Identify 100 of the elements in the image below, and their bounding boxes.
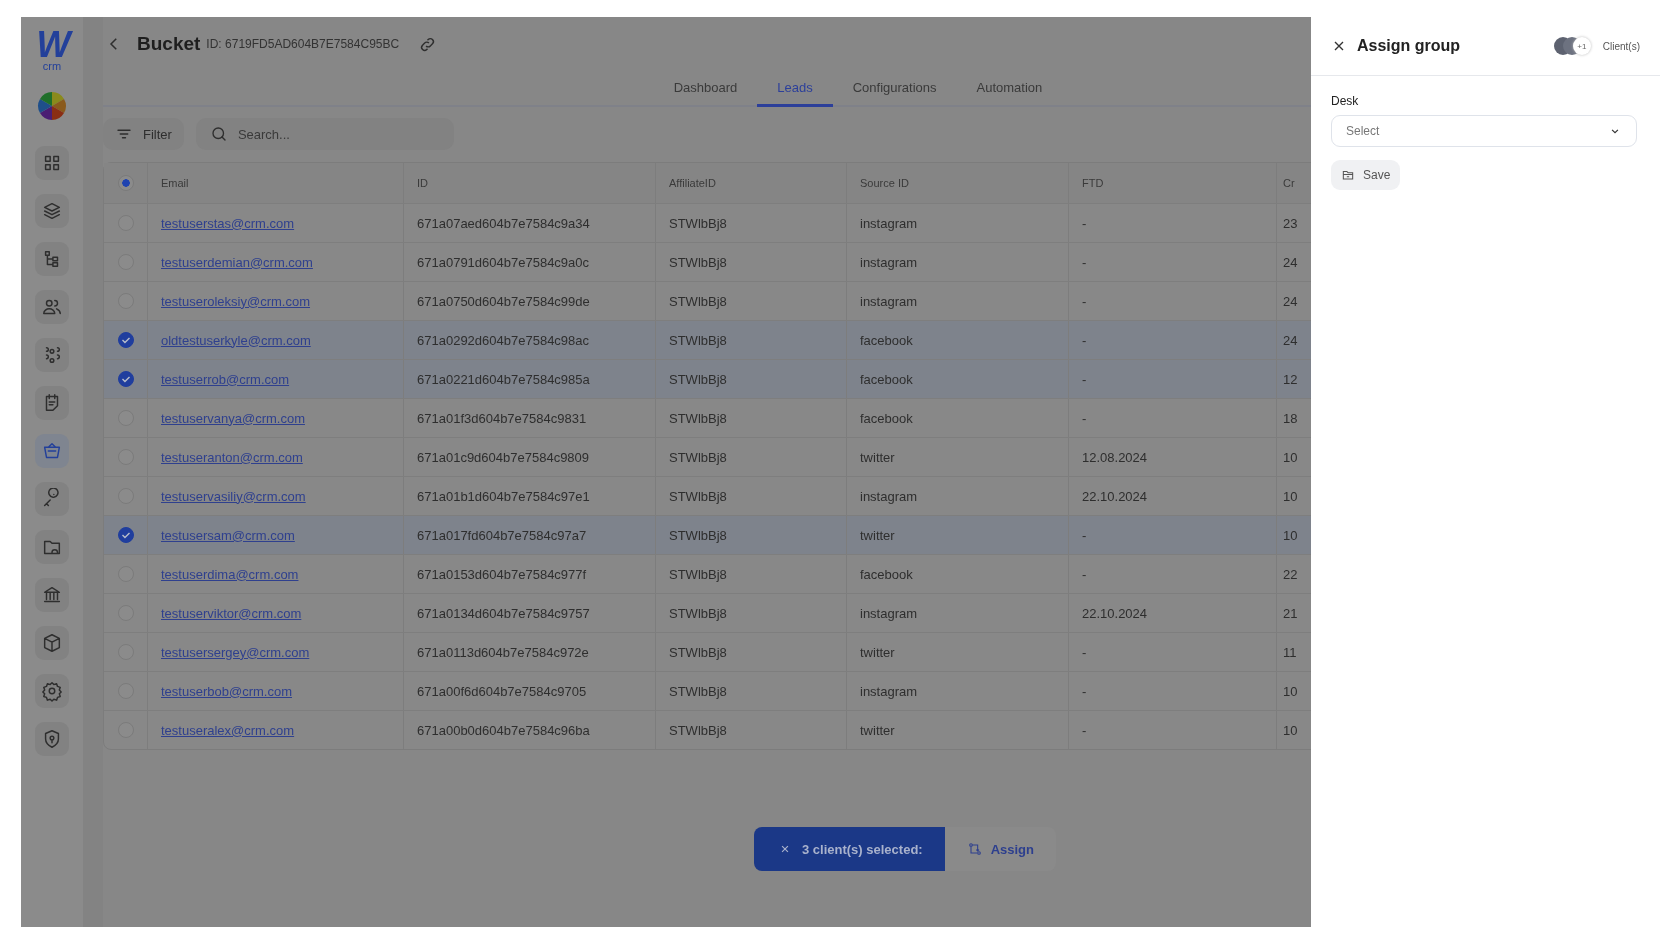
table-cell: twitter — [860, 449, 895, 465]
table-cell: facebook — [860, 566, 913, 582]
row-checkbox[interactable] — [117, 371, 134, 387]
email-link[interactable]: testusersergey@crm.com — [161, 644, 310, 660]
table-cell: 22.10.2024 — [1082, 488, 1148, 504]
table-cell: - — [1082, 293, 1087, 309]
drawer-title: Assign group — [1357, 37, 1462, 55]
sidebar-item[interactable] — [35, 242, 69, 276]
email-link[interactable]: testuseralex@crm.com — [161, 722, 295, 738]
sidebar-item[interactable] — [35, 146, 69, 180]
sidebar-item[interactable] — [35, 386, 69, 420]
desk-select[interactable]: Select — [1331, 115, 1637, 147]
table-cell: instagram — [860, 488, 918, 504]
swap-icon — [966, 841, 983, 857]
tab[interactable]: Automation — [956, 71, 1063, 107]
table-cell: STWlbBj8 — [669, 566, 727, 582]
column-header: Email — [161, 177, 189, 189]
select-all-checkbox[interactable] — [117, 175, 134, 191]
table-cell: STWlbBj8 — [669, 683, 727, 699]
table-cell: twitter — [860, 527, 895, 543]
table-cell: facebook — [860, 410, 913, 426]
table-cell: 18 — [1283, 410, 1298, 426]
table-cell: 671a017fd604b7e7584c97a7 — [417, 527, 587, 543]
table-cell: - — [1082, 215, 1087, 231]
table-cell: STWlbBj8 — [669, 722, 727, 738]
page-title: Bucket — [137, 33, 201, 55]
column-header: AffiliateID — [669, 177, 716, 189]
tab[interactable]: Configurations — [832, 71, 957, 107]
sidebar-item[interactable] — [35, 578, 69, 612]
sidebar-item[interactable] — [35, 482, 69, 516]
email-link[interactable]: testuservasiliy@crm.com — [161, 488, 306, 504]
table-cell: - — [1082, 371, 1087, 387]
filter-button[interactable]: Filter — [103, 118, 184, 150]
table-cell: - — [1082, 683, 1087, 699]
table-cell: - — [1082, 722, 1087, 738]
folder-icon — [1341, 168, 1355, 182]
sidebar-item[interactable] — [35, 530, 69, 564]
table-cell: - — [1082, 566, 1087, 582]
email-link[interactable]: testuserbob@crm.com — [161, 683, 292, 699]
table-cell: 10 — [1283, 683, 1298, 699]
logo-text: crm — [42, 61, 62, 72]
sidebar-item[interactable] — [35, 338, 69, 372]
sidebar-item[interactable] — [35, 434, 69, 468]
table-cell: instagram — [860, 683, 918, 699]
selection-count: 3 client(s) selected: — [802, 841, 923, 857]
row-checkbox[interactable] — [117, 527, 134, 543]
table-cell: facebook — [860, 332, 913, 348]
email-link[interactable]: testuserrob@crm.com — [161, 371, 290, 387]
table-cell: STWlbBj8 — [669, 527, 727, 543]
table-cell: STWlbBj8 — [669, 410, 727, 426]
email-link[interactable]: testuserviktor@crm.com — [161, 605, 302, 621]
table-cell: 671a01c9d604b7e7584c9809 — [417, 449, 590, 465]
email-link[interactable]: testuservanya@crm.com — [161, 410, 305, 426]
table-cell: STWlbBj8 — [669, 488, 727, 504]
table-cell: 24 — [1283, 293, 1298, 309]
email-link[interactable]: testusersam@crm.com — [161, 527, 295, 543]
cube-icon — [41, 632, 63, 654]
clients-label: Client(s) — [1602, 40, 1640, 52]
link-icon[interactable] — [419, 35, 437, 53]
sidebar-item[interactable] — [35, 290, 69, 324]
tab[interactable]: Dashboard — [653, 71, 758, 107]
table-cell: 671a0153d604b7e7584c977f — [417, 566, 587, 582]
sidebar-item[interactable] — [35, 626, 69, 660]
table-cell: instagram — [860, 254, 918, 270]
table-cell: STWlbBj8 — [669, 449, 727, 465]
table-cell: 671a01f3d604b7e7584c9831 — [417, 410, 587, 426]
email-link[interactable]: testuseranton@crm.com — [161, 449, 303, 465]
field-label: Desk — [1331, 94, 1359, 108]
table-cell: 671a00f6d604b7e7584c9705 — [417, 683, 587, 699]
table-cell: instagram — [860, 293, 918, 309]
email-link[interactable]: testuseroleksiy@crm.com — [161, 293, 310, 309]
table-cell: 11 — [1283, 644, 1297, 660]
table-cell: STWlbBj8 — [669, 254, 727, 270]
table-cell: 671a0750d604b7e7584c99de — [417, 293, 590, 309]
table-cell: 22 — [1283, 566, 1298, 582]
table-cell: 24 — [1283, 254, 1298, 270]
table-cell: 671a00b0d604b7e7584c96ba — [417, 722, 590, 738]
sidebar-item[interactable] — [35, 722, 69, 756]
sidebar-item[interactable] — [35, 194, 69, 228]
search-field[interactable]: Search... — [195, 118, 454, 150]
table-cell: - — [1082, 644, 1087, 660]
table-cell: instagram — [860, 215, 918, 231]
email-link[interactable]: testuserdemian@crm.com — [161, 254, 313, 270]
table-cell: - — [1082, 527, 1087, 543]
sidebar-item[interactable] — [35, 674, 69, 708]
email-link[interactable]: testuserdima@crm.com — [161, 566, 299, 582]
table-cell: 23 — [1283, 215, 1298, 231]
column-header: Source ID — [860, 177, 909, 189]
table-cell: STWlbBj8 — [669, 371, 727, 387]
email-link[interactable]: oldtestuserkyle@crm.com — [161, 332, 311, 348]
table-cell: - — [1082, 332, 1087, 348]
table-cell: 21 — [1283, 605, 1298, 621]
tab[interactable]: Leads — [757, 71, 833, 107]
color-wheel-icon[interactable] — [36, 90, 68, 122]
save-button[interactable]: Save — [1331, 160, 1401, 190]
settings-icon — [41, 680, 63, 702]
table-cell: 22.10.2024 — [1082, 605, 1148, 621]
email-link[interactable]: testuserstas@crm.com — [161, 215, 295, 231]
row-checkbox[interactable] — [117, 332, 134, 348]
bucket-id: ID: 6719FD5AD604B7E7584C95BC — [206, 37, 400, 51]
